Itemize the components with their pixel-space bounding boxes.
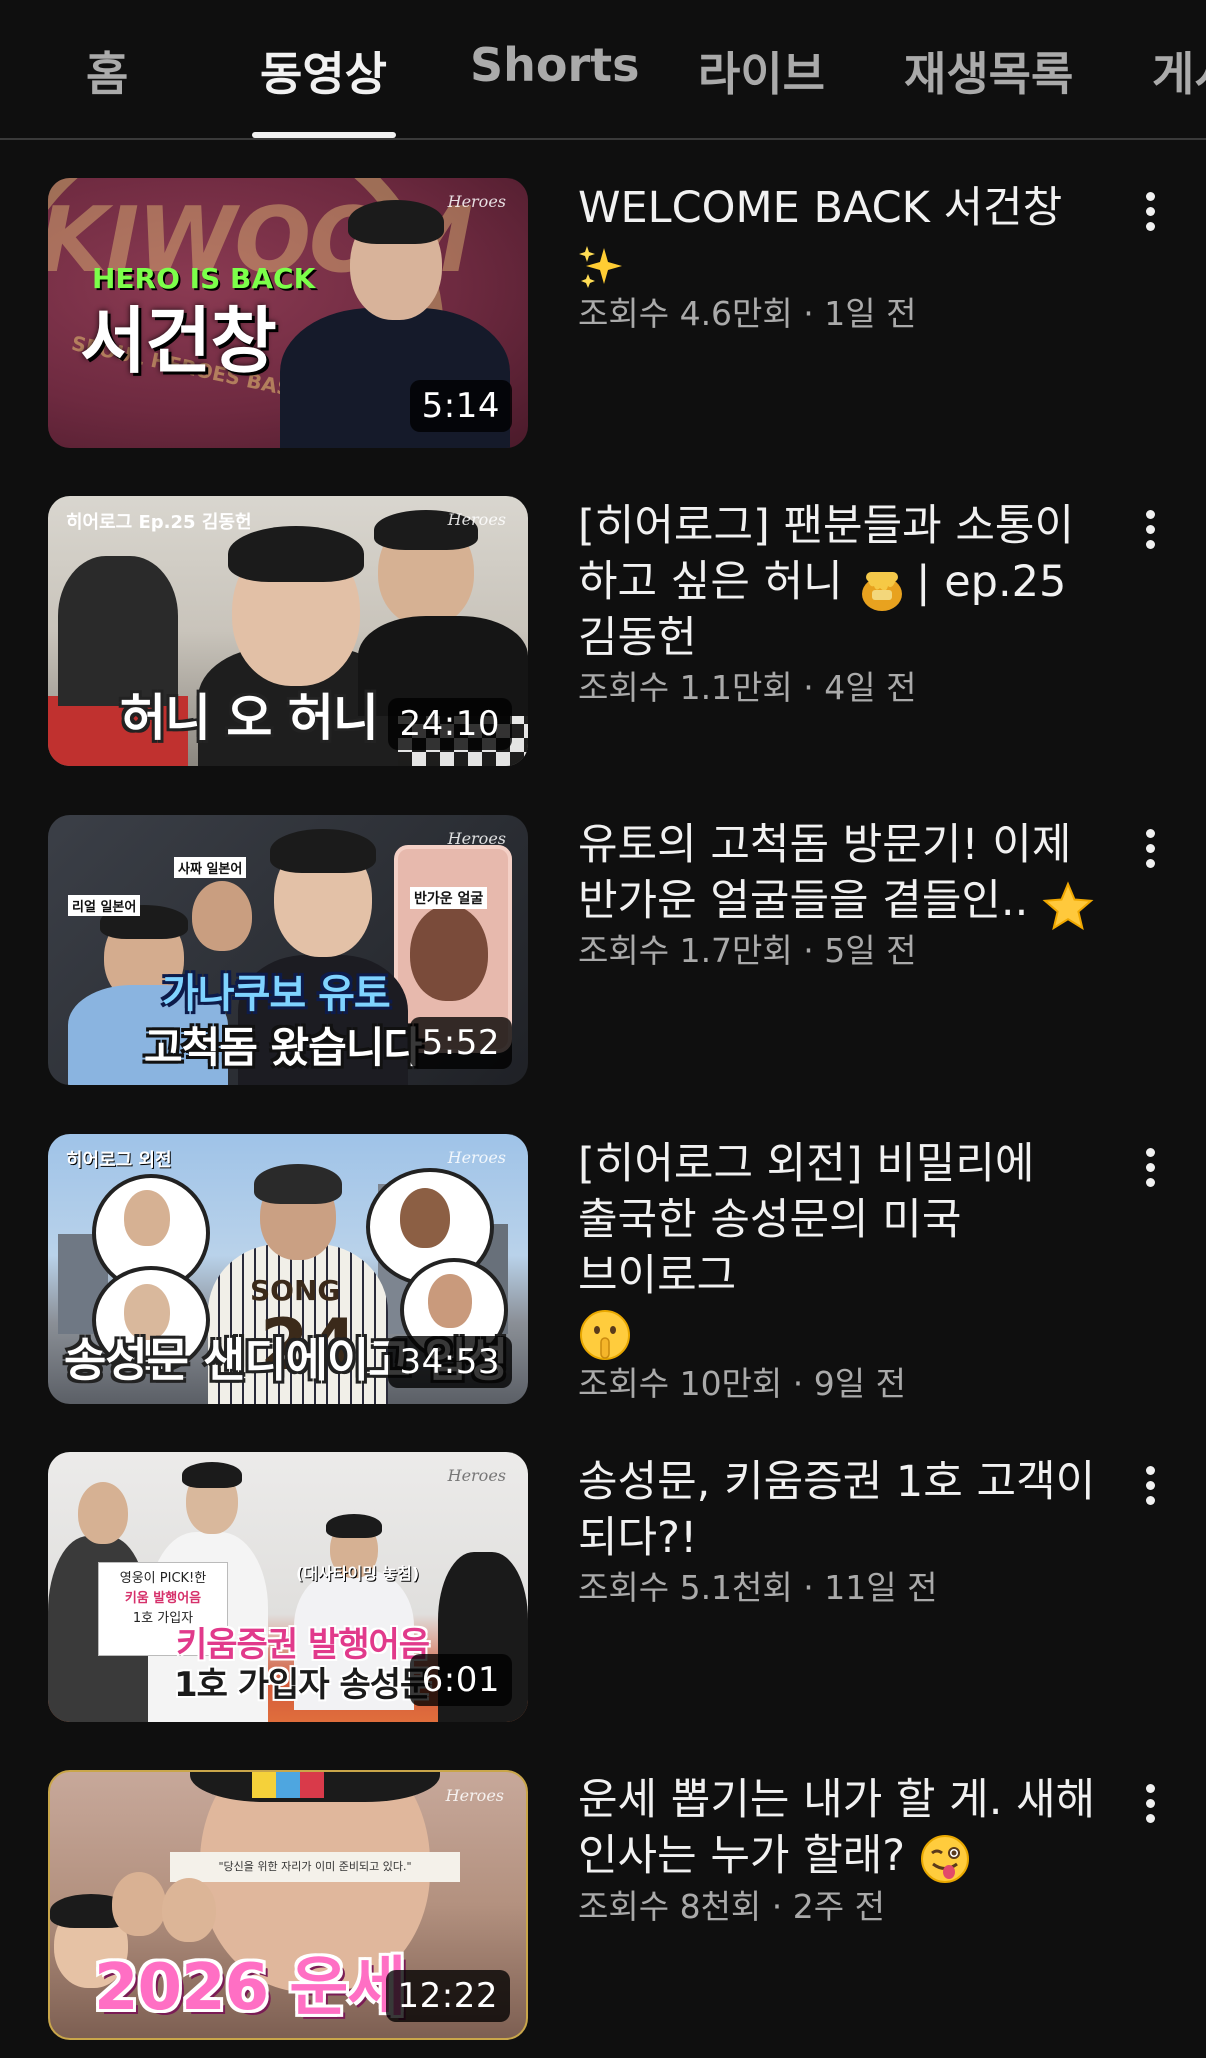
video-title-text: 송성문, 키움증권 1호 고객이 되다?! (578, 1457, 1096, 1563)
video-title[interactable]: 운세 뽑기는 내가 할 게. 새해 인사는 누가 할래? (578, 1772, 1118, 1885)
video-title[interactable]: WELCOME BACK 서건창 (578, 180, 1118, 292)
more-options-icon[interactable] (1130, 1778, 1170, 1838)
tab-playlists[interactable]: 재생목록 (904, 38, 1073, 104)
video-duration: 12:22 (385, 1970, 510, 2022)
heroes-logo: Heroes (447, 829, 506, 848)
video-title[interactable]: [히어로그 외전] 비밀리에 출국한 송성문의 미국 브이로그 (578, 1136, 1118, 1362)
video-item[interactable]: KIWOOM SEOUL HEROES BASEBALL CLUB HERO I… (0, 178, 1206, 450)
video-meta: 조회수 1.1만회 · 4일 전 (578, 668, 917, 707)
thumb-note: (대사타이밍 놓침) (296, 1564, 420, 1583)
video-title[interactable]: [히어로그] 팬분들과 소통이 하고 싶은 허니 | ep.25 김동헌 (578, 498, 1118, 666)
video-info: 송성문, 키움증권 1호 고객이 되다?! 조회수 5.1천회 · 11일 전 (578, 1452, 1118, 1610)
video-item[interactable]: "당신을 위한 자리가 이미 준비되고 있다." 2026 운세 Heroes … (0, 1770, 1206, 2042)
video-title-text: 운세 뽑기는 내가 할 게. 새해 인사는 누가 할래? (578, 1775, 1096, 1881)
tab-posts[interactable]: 게시 (1152, 38, 1206, 104)
shushing-face-icon (578, 1308, 632, 1362)
winking-tongue-face-icon (919, 1833, 971, 1885)
heroes-logo: Heroes (447, 1466, 506, 1485)
video-title[interactable]: 유토의 고척돔 방문기! 이제 반가운 얼굴들을 곁들인.. (578, 817, 1118, 930)
thumb-overlay-subtitle: 1호 가입자 송성문 (174, 1665, 431, 1705)
video-thumbnail[interactable]: 히어로그 Ep.25 김동헌 허니 오 허니 Heroes 24:10 (48, 496, 528, 766)
video-meta: 조회수 10만회 · 9일 전 (578, 1363, 906, 1403)
thumb-label: 리얼 일본어 (68, 895, 141, 916)
video-title-text: 유토의 고척돔 방문기! 이제 반가운 얼굴들을 곁들인.. (578, 820, 1072, 926)
video-duration: 34:53 (387, 1336, 512, 1388)
sign-line: 영웅이 PICK!한 (119, 1571, 207, 1586)
video-meta: 조회수 5.1천회 · 11일 전 (578, 1568, 938, 1607)
video-item[interactable]: 영웅이 PICK!한 키움 발행어음 1호 가입자 (대사타이밍 놓침) 키움증… (0, 1452, 1206, 1724)
tab-videos[interactable]: 동영상 (260, 38, 387, 104)
thumb-overlay-title: 서건창 (80, 299, 277, 383)
tab-shorts[interactable]: Shorts (470, 38, 640, 92)
tab-live[interactable]: 라이브 (698, 38, 825, 104)
video-title[interactable]: 송성문, 키움증권 1호 고객이 되다?! (578, 1454, 1118, 1566)
heroes-logo: Heroes (447, 1148, 506, 1167)
more-options-icon[interactable] (1130, 186, 1170, 246)
thumb-overlay-title: 2026 운세 (94, 1951, 406, 2025)
video-item[interactable]: 반가운 얼굴 리얼 일본어 사짜 일본어 가나쿠보 유토 고척돔 왔습니다 He… (0, 815, 1206, 1087)
video-title-text: WELCOME BACK 서건창 (578, 183, 1063, 233)
video-info: WELCOME BACK 서건창 조회수 4.6만회 · 1일 전 (578, 178, 1118, 336)
heroes-logo: Heroes (447, 192, 506, 211)
sparkles-icon (578, 244, 624, 290)
video-info: [히어로그] 팬분들과 소통이 하고 싶은 허니 | ep.25 김동헌 조회수… (578, 496, 1118, 710)
thumb-overlay-title: 허니 오 허니 (120, 689, 379, 747)
video-thumbnail[interactable]: "당신을 위한 자리가 이미 준비되고 있다." 2026 운세 Heroes … (48, 1770, 528, 2040)
thumb-tag: 히어로그 Ep.25 김동헌 (66, 512, 252, 533)
color-flag-graphic (252, 1772, 330, 1798)
thumb-label: 반가운 얼굴 (410, 887, 488, 909)
more-options-icon[interactable] (1130, 823, 1170, 883)
video-duration: 5:52 (409, 1017, 512, 1069)
video-meta: 조회수 8천회 · 2주 전 (578, 1886, 885, 1926)
tab-home[interactable]: 홈 (86, 38, 128, 104)
thumb-tag: 히어로그 외전 (66, 1150, 172, 1171)
video-duration: 6:01 (409, 1654, 512, 1706)
video-thumbnail[interactable]: SONG 24 히어로그 외전 송성문 샌디에이고 입성 Heroes 34:5… (48, 1134, 528, 1404)
video-duration: 5:14 (409, 380, 512, 432)
video-thumbnail[interactable]: KIWOOM SEOUL HEROES BASEBALL CLUB HERO I… (48, 178, 528, 448)
channel-tab-bar: 홈 동영상 Shorts 라이브 재생목록 게시 (0, 0, 1206, 140)
heroes-logo: Heroes (445, 1786, 504, 1805)
video-info: [히어로그 외전] 비밀리에 출국한 송성문의 미국 브이로그 조회수 10만회… (578, 1134, 1118, 1406)
video-item[interactable]: 히어로그 Ep.25 김동헌 허니 오 허니 Heroes 24:10 [히어로… (0, 496, 1206, 768)
video-meta: 조회수 4.6만회 · 1일 전 (578, 294, 917, 333)
video-meta: 조회수 1.7만회 · 5일 전 (578, 931, 917, 970)
more-options-icon[interactable] (1130, 1460, 1170, 1520)
honey-pot-icon (856, 562, 903, 611)
jersey-name: SONG (250, 1274, 341, 1307)
video-info: 유토의 고척돔 방문기! 이제 반가운 얼굴들을 곁들인.. 조회수 1.7만회… (578, 815, 1118, 973)
video-info: 운세 뽑기는 내가 할 게. 새해 인사는 누가 할래? 조회수 8천회 · 2… (578, 1770, 1118, 1929)
active-tab-indicator (252, 132, 396, 138)
video-thumbnail[interactable]: 영웅이 PICK!한 키움 발행어음 1호 가입자 (대사타이밍 놓침) 키움증… (48, 1452, 528, 1722)
sign-line: 키움 발행어음 (124, 1591, 202, 1606)
thumb-label: 사짜 일본어 (174, 857, 247, 878)
video-duration: 24:10 (387, 698, 512, 750)
video-item[interactable]: SONG 24 히어로그 외전 송성문 샌디에이고 입성 Heroes 34:5… (0, 1134, 1206, 1406)
heroes-logo: Heroes (447, 510, 506, 529)
video-title-text: [히어로그 외전] 비밀리에 출국한 송성문의 미국 브이로그 (578, 1139, 1035, 1301)
thumb-overlay-title: 가나쿠보 유토 (162, 971, 391, 1017)
more-options-icon[interactable] (1130, 1142, 1170, 1202)
fortune-paper: "당신을 위한 자리가 이미 준비되고 있다." (170, 1852, 460, 1882)
thumb-overlay-subtitle: 고척돔 왔습니다 (144, 1023, 422, 1072)
more-options-icon[interactable] (1130, 504, 1170, 564)
video-thumbnail[interactable]: 반가운 얼굴 리얼 일본어 사짜 일본어 가나쿠보 유토 고척돔 왔습니다 He… (48, 815, 528, 1085)
star-icon (1042, 880, 1094, 930)
